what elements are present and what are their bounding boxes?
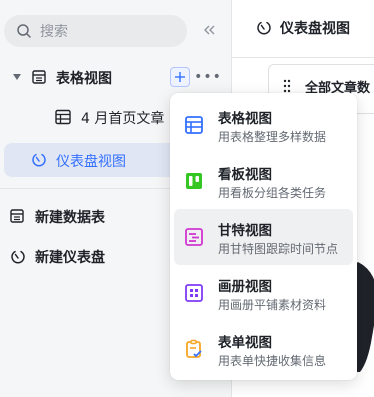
sidebar-item-label: 仪表盘视图 [56,154,126,170]
table-icon [10,209,24,223]
sidebar-item-label: 表格视图 [56,71,112,87]
gallery-view-icon [185,284,203,302]
menu-item-title: 甘特视图 [218,223,272,239]
table-icon [32,70,46,84]
sidebar-item-label: 4 月首页文章 [81,111,165,127]
kanban-view-icon [186,173,202,189]
search-placeholder: 搜索 [40,24,68,40]
menu-item-title: 看板视图 [218,167,272,183]
plus-icon [175,72,185,82]
add-view-menu: 表格视图 用表格整理多样数据 看板视图 用看板分组各类任务 甘特视图 用甘特图跟… [170,93,357,380]
menu-item-title: 画册视图 [218,279,272,295]
menu-item-desc: 用甘特图跟踪时间节点 [218,242,339,256]
content-header: 仪表盘视图 [232,0,374,58]
menu-item-gantt-view[interactable]: 甘特视图 用甘特图跟踪时间节点 [174,209,353,265]
drag-handle-icon[interactable] [283,79,291,93]
gantt-view-icon [185,228,203,246]
menu-item-gallery-view[interactable]: 画册视图 用画册平铺素材资料 [174,265,353,321]
grid-view-icon [185,116,203,134]
page-title: 仪表盘视图 [280,21,350,37]
grid-table-icon [55,109,71,125]
dashboard-icon [11,250,25,264]
search-input[interactable]: 搜索 [4,15,187,47]
search-icon [17,24,31,38]
form-view-icon [186,339,202,358]
caret-down-icon[interactable] [13,73,21,81]
menu-item-desc: 用表单快捷收集信息 [218,354,327,368]
menu-item-title: 表单视图 [218,335,272,351]
new-table-label: 新建数据表 [35,210,105,226]
dashboard-icon [257,21,271,35]
menu-item-desc: 用表格整理多样数据 [218,130,327,144]
add-view-button[interactable] [170,67,190,87]
dashboard-icon [32,153,46,167]
menu-item-desc: 用画册平铺素材资料 [218,298,327,312]
more-options-icon[interactable]: ••• [194,67,221,87]
menu-item-desc: 用看板分组各类任务 [218,186,327,200]
menu-item-form-view[interactable]: 表单视图 用表单快捷收集信息 [174,321,353,377]
menu-item-title: 表格视图 [218,111,272,127]
collapse-sidebar-icon[interactable] [201,22,217,38]
menu-item-kanban-view[interactable]: 看板视图 用看板分组各类任务 [174,153,353,209]
new-dashboard-label: 新建仪表盘 [35,250,105,266]
menu-item-grid-view[interactable]: 表格视图 用表格整理多样数据 [174,97,353,153]
